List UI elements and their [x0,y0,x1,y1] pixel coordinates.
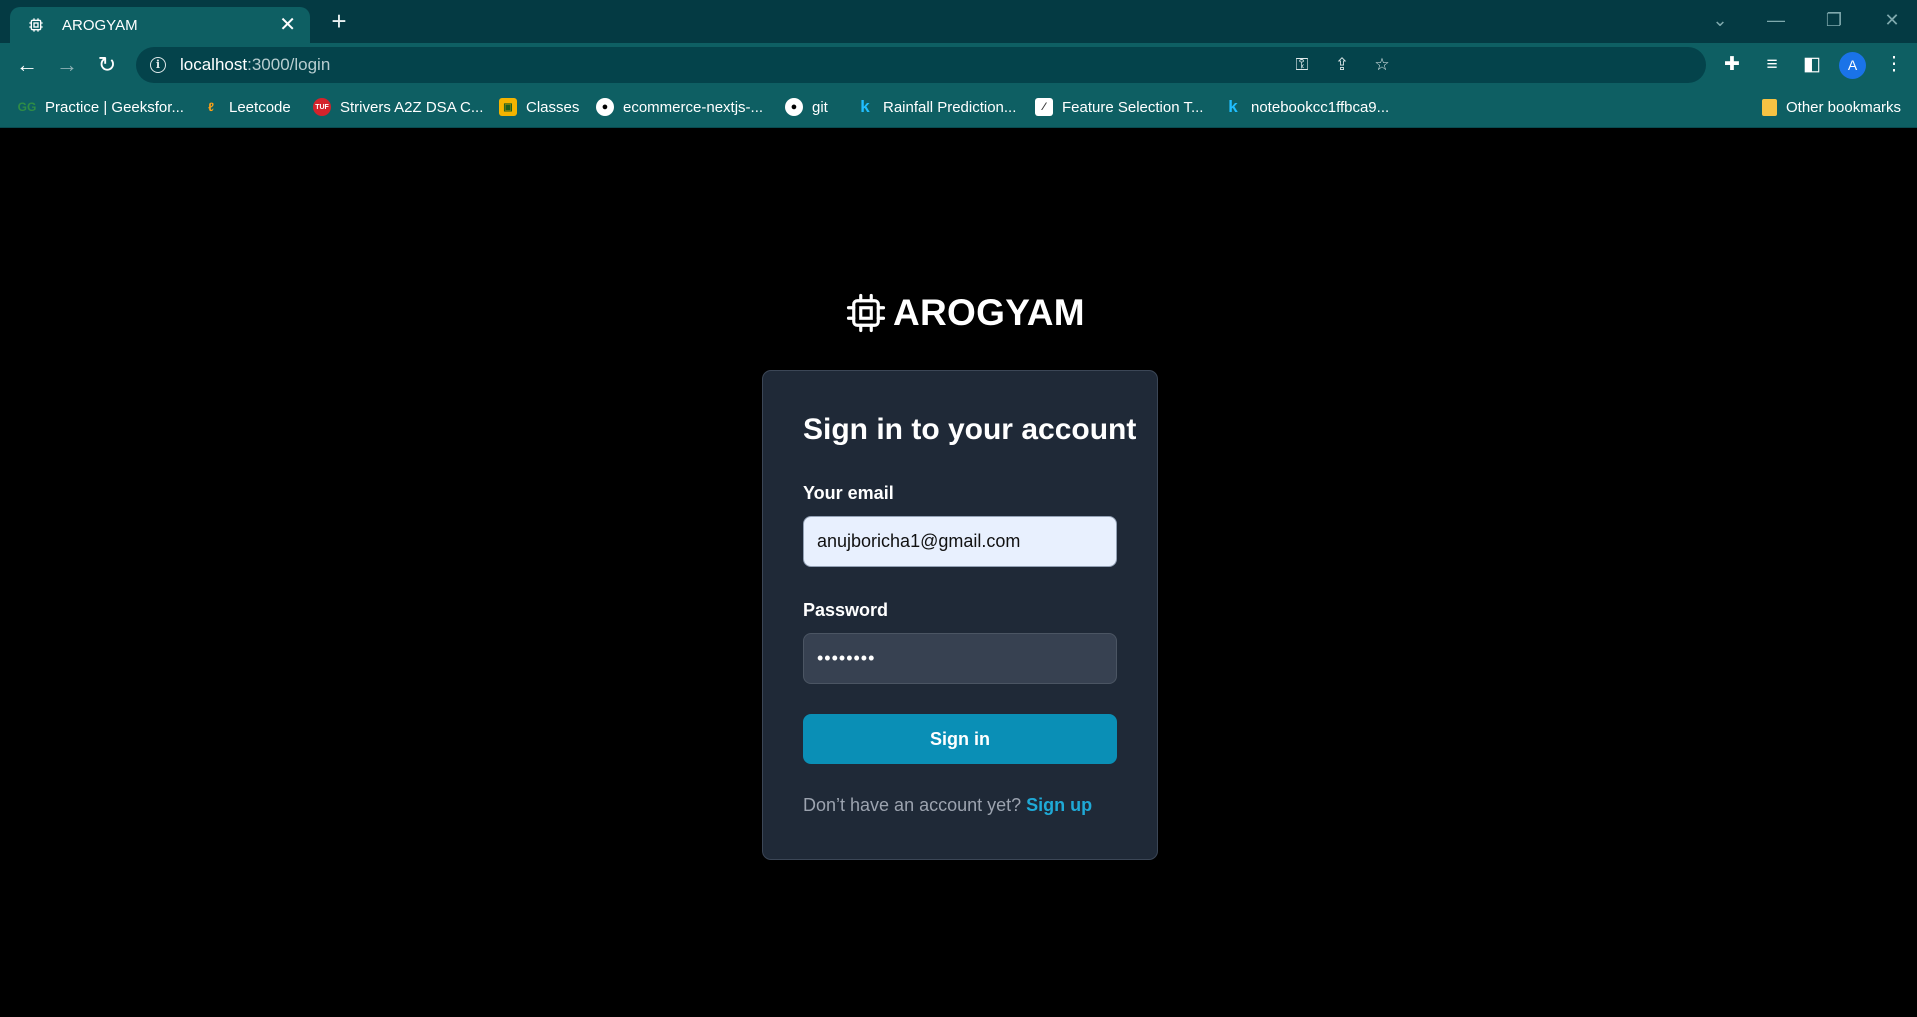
bookmark-item[interactable]: ● ecommerce-nextjs-... [596,95,763,119]
classroom-icon: ▣ [499,98,517,116]
bookmark-label: ecommerce-nextjs-... [623,98,764,116]
brand-logo[interactable]: AROGYAM [845,291,1085,335]
bookmark-label: Feature Selection T... [1062,98,1204,116]
leetcode-icon: ℓ [208,100,214,114]
bookmark-item[interactable]: ⁄ Feature Selection T... [1035,95,1203,119]
extensions-icon[interactable]: ✚ [1716,49,1748,81]
tab-search-icon[interactable]: ⌄ [1700,6,1740,34]
brand-name: AROGYAM [893,292,1085,333]
geeksforgeeks-icon: GG [17,100,37,114]
github-icon: ● [785,98,803,116]
email-label: Your email [803,483,894,503]
page-title: Sign in to your account [803,413,1137,446]
signup-prompt: Don’t have an account yet? [803,795,1022,815]
signin-card: Sign in to your account Your email Passw… [762,370,1158,860]
new-tab-icon[interactable]: + [325,8,353,36]
menu-kebab-icon[interactable]: ⋮ [1878,49,1910,81]
close-tab-icon[interactable]: ✕ [279,15,296,35]
url-text[interactable]: localhost:3000/login [180,55,330,75]
back-icon[interactable]: ← [11,49,43,81]
other-bookmarks-label: Other bookmarks [1786,98,1902,116]
bookmark-label: Leetcode [229,98,291,116]
bookmark-item[interactable]: ℓ Leetcode [202,95,291,119]
url-path: :3000/login [247,55,331,74]
profile-avatar[interactable]: A [1839,52,1866,79]
forward-icon[interactable]: → [51,49,83,81]
reload-icon[interactable]: ↻ [91,49,123,81]
bookmark-item[interactable]: k notebookcc1ffbca9... [1224,95,1389,119]
site-info-icon[interactable]: i [150,57,166,73]
bookmark-item[interactable]: ● git [785,95,828,119]
bookmark-label: Practice | Geeksfor... [45,98,184,116]
bookmark-item[interactable]: GG Practice | Geeksfor... [18,95,184,119]
other-bookmarks[interactable]: Other bookmarks [1762,95,1901,119]
bookmark-item[interactable]: ▣ Classes [499,95,579,119]
bookmark-label: Strivers A2Z DSA C... [340,98,484,116]
share-icon[interactable]: ⇪ [1326,47,1358,83]
browser-toolbar: ← → ↻ i localhost:3000/login ⚿ ⇪ ☆ ✚ ≡ ◧… [0,43,1917,87]
bookmark-item[interactable]: TUF Strivers A2Z DSA C... [313,95,483,119]
browser-titlebar: AROGYAM ✕ + ⌄ — ❐ ✕ [0,0,1917,43]
restore-icon[interactable]: ❐ [1814,6,1854,34]
bookmark-star-icon[interactable]: ☆ [1366,47,1398,83]
url-host: localhost [180,55,248,74]
password-label: Password [803,600,889,620]
side-panel-icon[interactable]: ◧ [1796,49,1828,81]
bookmark-label: notebookcc1ffbca9... [1251,98,1390,116]
minimize-icon[interactable]: — [1756,6,1796,34]
window-close-icon[interactable]: ✕ [1872,6,1912,34]
bookmarks-bar: GG Practice | Geeksfor... ℓ Leetcode TUF… [0,87,1917,128]
chip-icon [29,18,43,32]
bookmark-label: Rainfall Prediction... [883,98,1017,116]
reading-list-icon[interactable]: ≡ [1756,49,1788,81]
signup-row: Don’t have an account yet? Sign up [803,795,1092,816]
tab-title: AROGYAM [62,16,138,34]
folder-icon [1762,98,1777,116]
address-bar[interactable]: i localhost:3000/login ⚿ ⇪ ☆ [136,47,1706,83]
email-field[interactable] [803,516,1117,567]
password-field[interactable] [803,633,1117,684]
chip-icon [846,293,886,333]
bookmark-label: Classes [526,98,580,116]
kaggle-icon: k [1228,97,1238,116]
signup-link[interactable]: Sign up [1026,795,1092,815]
bookmark-label: git [812,98,828,116]
github-icon: ● [596,98,614,116]
password-key-icon[interactable]: ⚿ [1286,47,1318,83]
bookmark-item[interactable]: k Rainfall Prediction... [856,95,1016,119]
signin-button[interactable]: Sign in [803,714,1117,764]
kaggle-icon: k [860,97,870,116]
chart-icon: ⁄ [1035,98,1053,116]
page-body: AROGYAM Sign in to your account Your ema… [0,128,1917,1017]
tuf-icon: TUF [313,98,331,116]
browser-tab-active[interactable]: AROGYAM ✕ [10,7,310,43]
